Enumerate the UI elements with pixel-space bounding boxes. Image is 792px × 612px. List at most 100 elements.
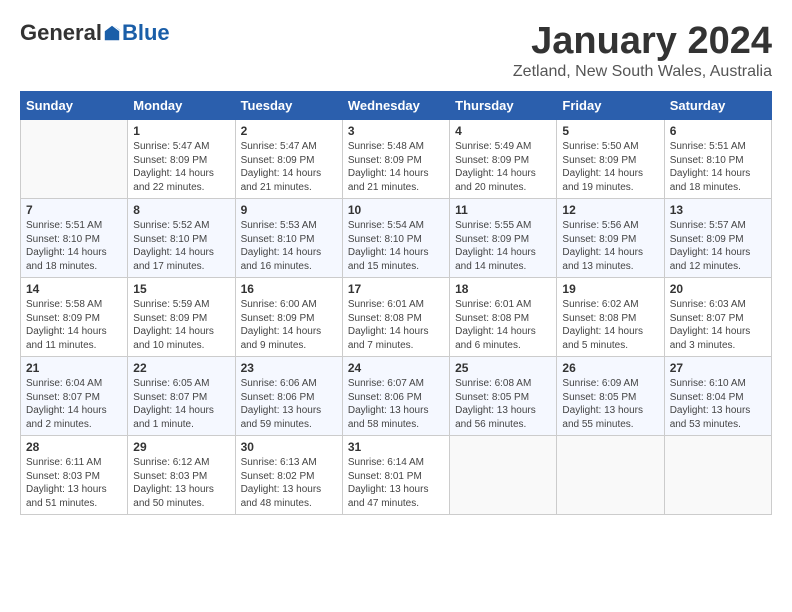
- col-friday: Friday: [557, 92, 664, 120]
- day-info: Sunrise: 6:01 AM Sunset: 8:08 PM Dayligh…: [348, 298, 444, 352]
- page-header: General Blue January 2024 Zetland, New S…: [20, 20, 772, 81]
- day-info: Sunrise: 6:04 AM Sunset: 8:07 PM Dayligh…: [26, 377, 122, 431]
- calendar-cell-w5-d4: 31 Sunrise: 6:14 AM Sunset: 8:01 PM Dayli…: [342, 436, 449, 515]
- calendar-cell-w4-d7: 27 Sunrise: 6:10 AM Sunset: 8:04 PM Dayli…: [664, 357, 771, 436]
- day-number: 10: [348, 203, 444, 217]
- calendar-cell-w5-d2: 29Sunrise: 6:12 AM Sunset: 8:03 PM Dayli…: [128, 436, 235, 515]
- day-number: 31: [348, 440, 444, 454]
- day-info: Sunrise: 5:57 AM Sunset: 8:09 PM Dayligh…: [670, 219, 766, 273]
- day-number: 7: [26, 203, 122, 217]
- day-number: 16: [241, 282, 337, 296]
- calendar-cell-w5-d1: 28 Sunrise: 6:11 AM Sunset: 8:03 PM Dayli…: [21, 436, 128, 515]
- day-info: Sunrise: 5:50 AM Sunset: 8:09 PM Dayligh…: [562, 140, 658, 194]
- calendar-cell-w2-d2: 8 Sunrise: 5:52 AM Sunset: 8:10 PM Daylig…: [128, 199, 235, 278]
- day-info: Sunrise: 5:51 AM Sunset: 8:10 PM Dayligh…: [26, 219, 122, 273]
- day-info: Sunrise: 6:02 AM Sunset: 8:08 PM Dayligh…: [562, 298, 658, 352]
- col-thursday: Thursday: [450, 92, 557, 120]
- calendar-cell-w2-d1: 7 Sunrise: 5:51 AM Sunset: 8:10 PM Daylig…: [21, 199, 128, 278]
- day-info: Sunrise: 5:54 AM Sunset: 8:10 PM Dayligh…: [348, 219, 444, 273]
- day-number: 17: [348, 282, 444, 296]
- calendar-cell-w1-d5: 4Sunrise: 5:49 AM Sunset: 8:09 PM Daylig…: [450, 120, 557, 199]
- calendar-week-4: 21 Sunrise: 6:04 AM Sunset: 8:07 PM Dayli…: [21, 357, 772, 436]
- day-number: 27: [670, 361, 766, 375]
- day-info: Sunrise: 5:47 AM Sunset: 8:09 PM Dayligh…: [133, 140, 229, 194]
- calendar-cell-w2-d5: 11 Sunrise: 5:55 AM Sunset: 8:09 PM Dayli…: [450, 199, 557, 278]
- day-info: Sunrise: 5:51 AM Sunset: 8:10 PM Dayligh…: [670, 140, 766, 194]
- day-number: 24: [348, 361, 444, 375]
- calendar-cell-w2-d6: 12Sunrise: 5:56 AM Sunset: 8:09 PM Dayli…: [557, 199, 664, 278]
- calendar-cell-w4-d3: 23 Sunrise: 6:06 AM Sunset: 8:06 PM Dayli…: [235, 357, 342, 436]
- day-number: 8: [133, 203, 229, 217]
- col-saturday: Saturday: [664, 92, 771, 120]
- calendar-cell-w4-d5: 25Sunrise: 6:08 AM Sunset: 8:05 PM Dayli…: [450, 357, 557, 436]
- calendar-week-1: 1 Sunrise: 5:47 AM Sunset: 8:09 PM Daylig…: [21, 120, 772, 199]
- day-number: 23: [241, 361, 337, 375]
- col-wednesday: Wednesday: [342, 92, 449, 120]
- day-info: Sunrise: 6:06 AM Sunset: 8:06 PM Dayligh…: [241, 377, 337, 431]
- calendar-cell-w1-d4: 3 Sunrise: 5:48 AM Sunset: 8:09 PM Daylig…: [342, 120, 449, 199]
- calendar-cell-w4-d2: 22 Sunrise: 6:05 AM Sunset: 8:07 PM Dayli…: [128, 357, 235, 436]
- calendar-week-5: 28 Sunrise: 6:11 AM Sunset: 8:03 PM Dayli…: [21, 436, 772, 515]
- day-info: Sunrise: 6:10 AM Sunset: 8:04 PM Dayligh…: [670, 377, 766, 431]
- day-number: 30: [241, 440, 337, 454]
- calendar-cell-w3-d1: 14Sunrise: 5:58 AM Sunset: 8:09 PM Dayli…: [21, 278, 128, 357]
- day-number: 21: [26, 361, 122, 375]
- day-info: Sunrise: 6:00 AM Sunset: 8:09 PM Dayligh…: [241, 298, 337, 352]
- calendar-cell-w3-d6: 19Sunrise: 6:02 AM Sunset: 8:08 PM Dayli…: [557, 278, 664, 357]
- calendar-cell-w1-d6: 5 Sunrise: 5:50 AM Sunset: 8:09 PM Daylig…: [557, 120, 664, 199]
- calendar-cell-w4-d1: 21 Sunrise: 6:04 AM Sunset: 8:07 PM Dayli…: [21, 357, 128, 436]
- day-number: 3: [348, 124, 444, 138]
- calendar-cell-w3-d5: 18 Sunrise: 6:01 AM Sunset: 8:08 PM Dayli…: [450, 278, 557, 357]
- day-number: 28: [26, 440, 122, 454]
- location-text: Zetland, New South Wales, Australia: [513, 63, 772, 81]
- calendar-cell-w1-d1: [21, 120, 128, 199]
- day-number: 15: [133, 282, 229, 296]
- day-number: 14: [26, 282, 122, 296]
- day-info: Sunrise: 5:53 AM Sunset: 8:10 PM Dayligh…: [241, 219, 337, 273]
- day-info: Sunrise: 6:14 AM Sunset: 8:01 PM Dayligh…: [348, 456, 444, 510]
- calendar-cell-w3-d2: 15 Sunrise: 5:59 AM Sunset: 8:09 PM Dayli…: [128, 278, 235, 357]
- logo-icon: [103, 24, 121, 42]
- day-info: Sunrise: 6:07 AM Sunset: 8:06 PM Dayligh…: [348, 377, 444, 431]
- calendar-cell-w4-d6: 26 Sunrise: 6:09 AM Sunset: 8:05 PM Dayli…: [557, 357, 664, 436]
- day-info: Sunrise: 5:55 AM Sunset: 8:09 PM Dayligh…: [455, 219, 551, 273]
- day-number: 1: [133, 124, 229, 138]
- day-number: 18: [455, 282, 551, 296]
- day-number: 12: [562, 203, 658, 217]
- day-info: Sunrise: 6:05 AM Sunset: 8:07 PM Dayligh…: [133, 377, 229, 431]
- day-number: 6: [670, 124, 766, 138]
- col-monday: Monday: [128, 92, 235, 120]
- calendar-cell-w4-d4: 24 Sunrise: 6:07 AM Sunset: 8:06 PM Dayli…: [342, 357, 449, 436]
- day-number: 26: [562, 361, 658, 375]
- calendar-week-2: 7 Sunrise: 5:51 AM Sunset: 8:10 PM Daylig…: [21, 199, 772, 278]
- day-info: Sunrise: 6:01 AM Sunset: 8:08 PM Dayligh…: [455, 298, 551, 352]
- day-info: Sunrise: 6:13 AM Sunset: 8:02 PM Dayligh…: [241, 456, 337, 510]
- calendar-header-row: Sunday Monday Tuesday Wednesday Thursday…: [21, 92, 772, 120]
- calendar-table: Sunday Monday Tuesday Wednesday Thursday…: [20, 91, 772, 515]
- col-sunday: Sunday: [21, 92, 128, 120]
- calendar-cell-w3-d3: 16 Sunrise: 6:00 AM Sunset: 8:09 PM Dayli…: [235, 278, 342, 357]
- month-title: January 2024: [513, 20, 772, 63]
- day-number: 22: [133, 361, 229, 375]
- day-info: Sunrise: 6:03 AM Sunset: 8:07 PM Dayligh…: [670, 298, 766, 352]
- day-number: 9: [241, 203, 337, 217]
- calendar-cell-w5-d7: [664, 436, 771, 515]
- day-info: Sunrise: 6:08 AM Sunset: 8:05 PM Dayligh…: [455, 377, 551, 431]
- calendar-cell-w5-d3: 30 Sunrise: 6:13 AM Sunset: 8:02 PM Dayli…: [235, 436, 342, 515]
- calendar-cell-w3-d4: 17 Sunrise: 6:01 AM Sunset: 8:08 PM Dayli…: [342, 278, 449, 357]
- day-info: Sunrise: 5:48 AM Sunset: 8:09 PM Dayligh…: [348, 140, 444, 194]
- logo: General Blue: [20, 20, 170, 46]
- day-number: 5: [562, 124, 658, 138]
- calendar-cell-w2-d4: 10 Sunrise: 5:54 AM Sunset: 8:10 PM Dayli…: [342, 199, 449, 278]
- day-number: 13: [670, 203, 766, 217]
- title-section: January 2024 Zetland, New South Wales, A…: [513, 20, 772, 81]
- day-info: Sunrise: 6:09 AM Sunset: 8:05 PM Dayligh…: [562, 377, 658, 431]
- day-info: Sunrise: 5:59 AM Sunset: 8:09 PM Dayligh…: [133, 298, 229, 352]
- calendar-cell-w1-d3: 2Sunrise: 5:47 AM Sunset: 8:09 PM Daylig…: [235, 120, 342, 199]
- day-info: Sunrise: 5:52 AM Sunset: 8:10 PM Dayligh…: [133, 219, 229, 273]
- day-number: 11: [455, 203, 551, 217]
- day-info: Sunrise: 5:47 AM Sunset: 8:09 PM Dayligh…: [241, 140, 337, 194]
- day-info: Sunrise: 6:11 AM Sunset: 8:03 PM Dayligh…: [26, 456, 122, 510]
- col-tuesday: Tuesday: [235, 92, 342, 120]
- logo-blue-text: Blue: [122, 20, 170, 46]
